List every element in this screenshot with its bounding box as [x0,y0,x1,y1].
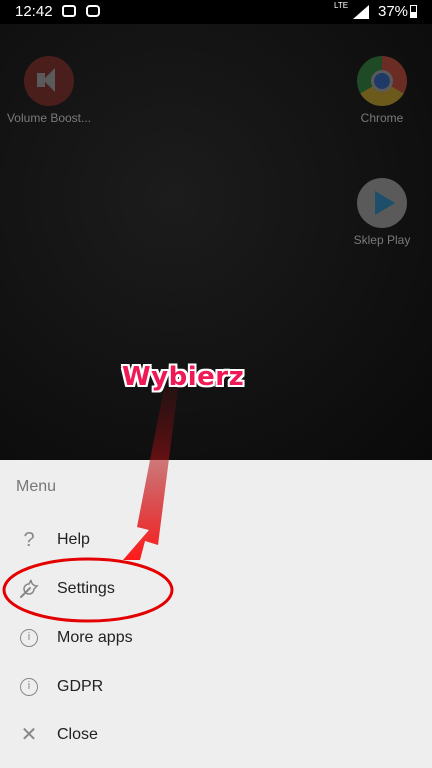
menu-item-label: Close [57,726,98,743]
status-bar: 12:42 LTE 37% [0,0,432,24]
status-time: 12:42 [15,3,53,20]
info-icon: i [18,627,40,649]
menu-item-close[interactable]: ✕ Close [0,712,432,760]
app-volume-booster[interactable]: Volume Boost... [1,56,97,125]
menu-item-label: Settings [57,580,115,597]
help-icon: ? [23,529,35,551]
app-notification-icon [86,5,100,17]
app-play-store[interactable]: Sklep Play [334,178,430,247]
signal-icon [353,5,369,19]
menu-item-help[interactable]: ? Help [0,517,432,565]
app-label: Chrome [360,111,404,125]
menu-item-settings[interactable]: Settings [0,566,432,614]
close-icon: ✕ [20,724,38,746]
battery-percent: 37% [378,3,409,20]
network-type: LTE [334,1,349,10]
app-label: Sklep Play [353,233,411,247]
bottom-sheet-menu: Menu ? Help Settings i More apps i GDPR … [0,460,432,768]
annotation-label: Wybierz [122,362,245,392]
menu-item-label: GDPR [57,678,104,695]
app-label: Volume Boost... [6,111,92,125]
menu-item-gdpr[interactable]: i GDPR [0,664,432,712]
info-icon: i [18,676,40,698]
volume-booster-icon [24,56,74,106]
menu-item-label: More apps [57,629,133,646]
menu-item-more-apps[interactable]: i More apps [0,615,432,663]
play-store-icon [357,178,407,228]
menu-title: Menu [16,478,57,495]
screenshot-notification-icon [62,5,76,17]
chrome-icon [357,56,407,106]
wrench-icon [18,578,40,600]
battery-icon [410,5,417,18]
home-screen-dimmed: Volume Boost... Chrome Sklep Play [0,24,432,460]
app-chrome[interactable]: Chrome [334,56,430,125]
menu-item-label: Help [57,531,90,548]
